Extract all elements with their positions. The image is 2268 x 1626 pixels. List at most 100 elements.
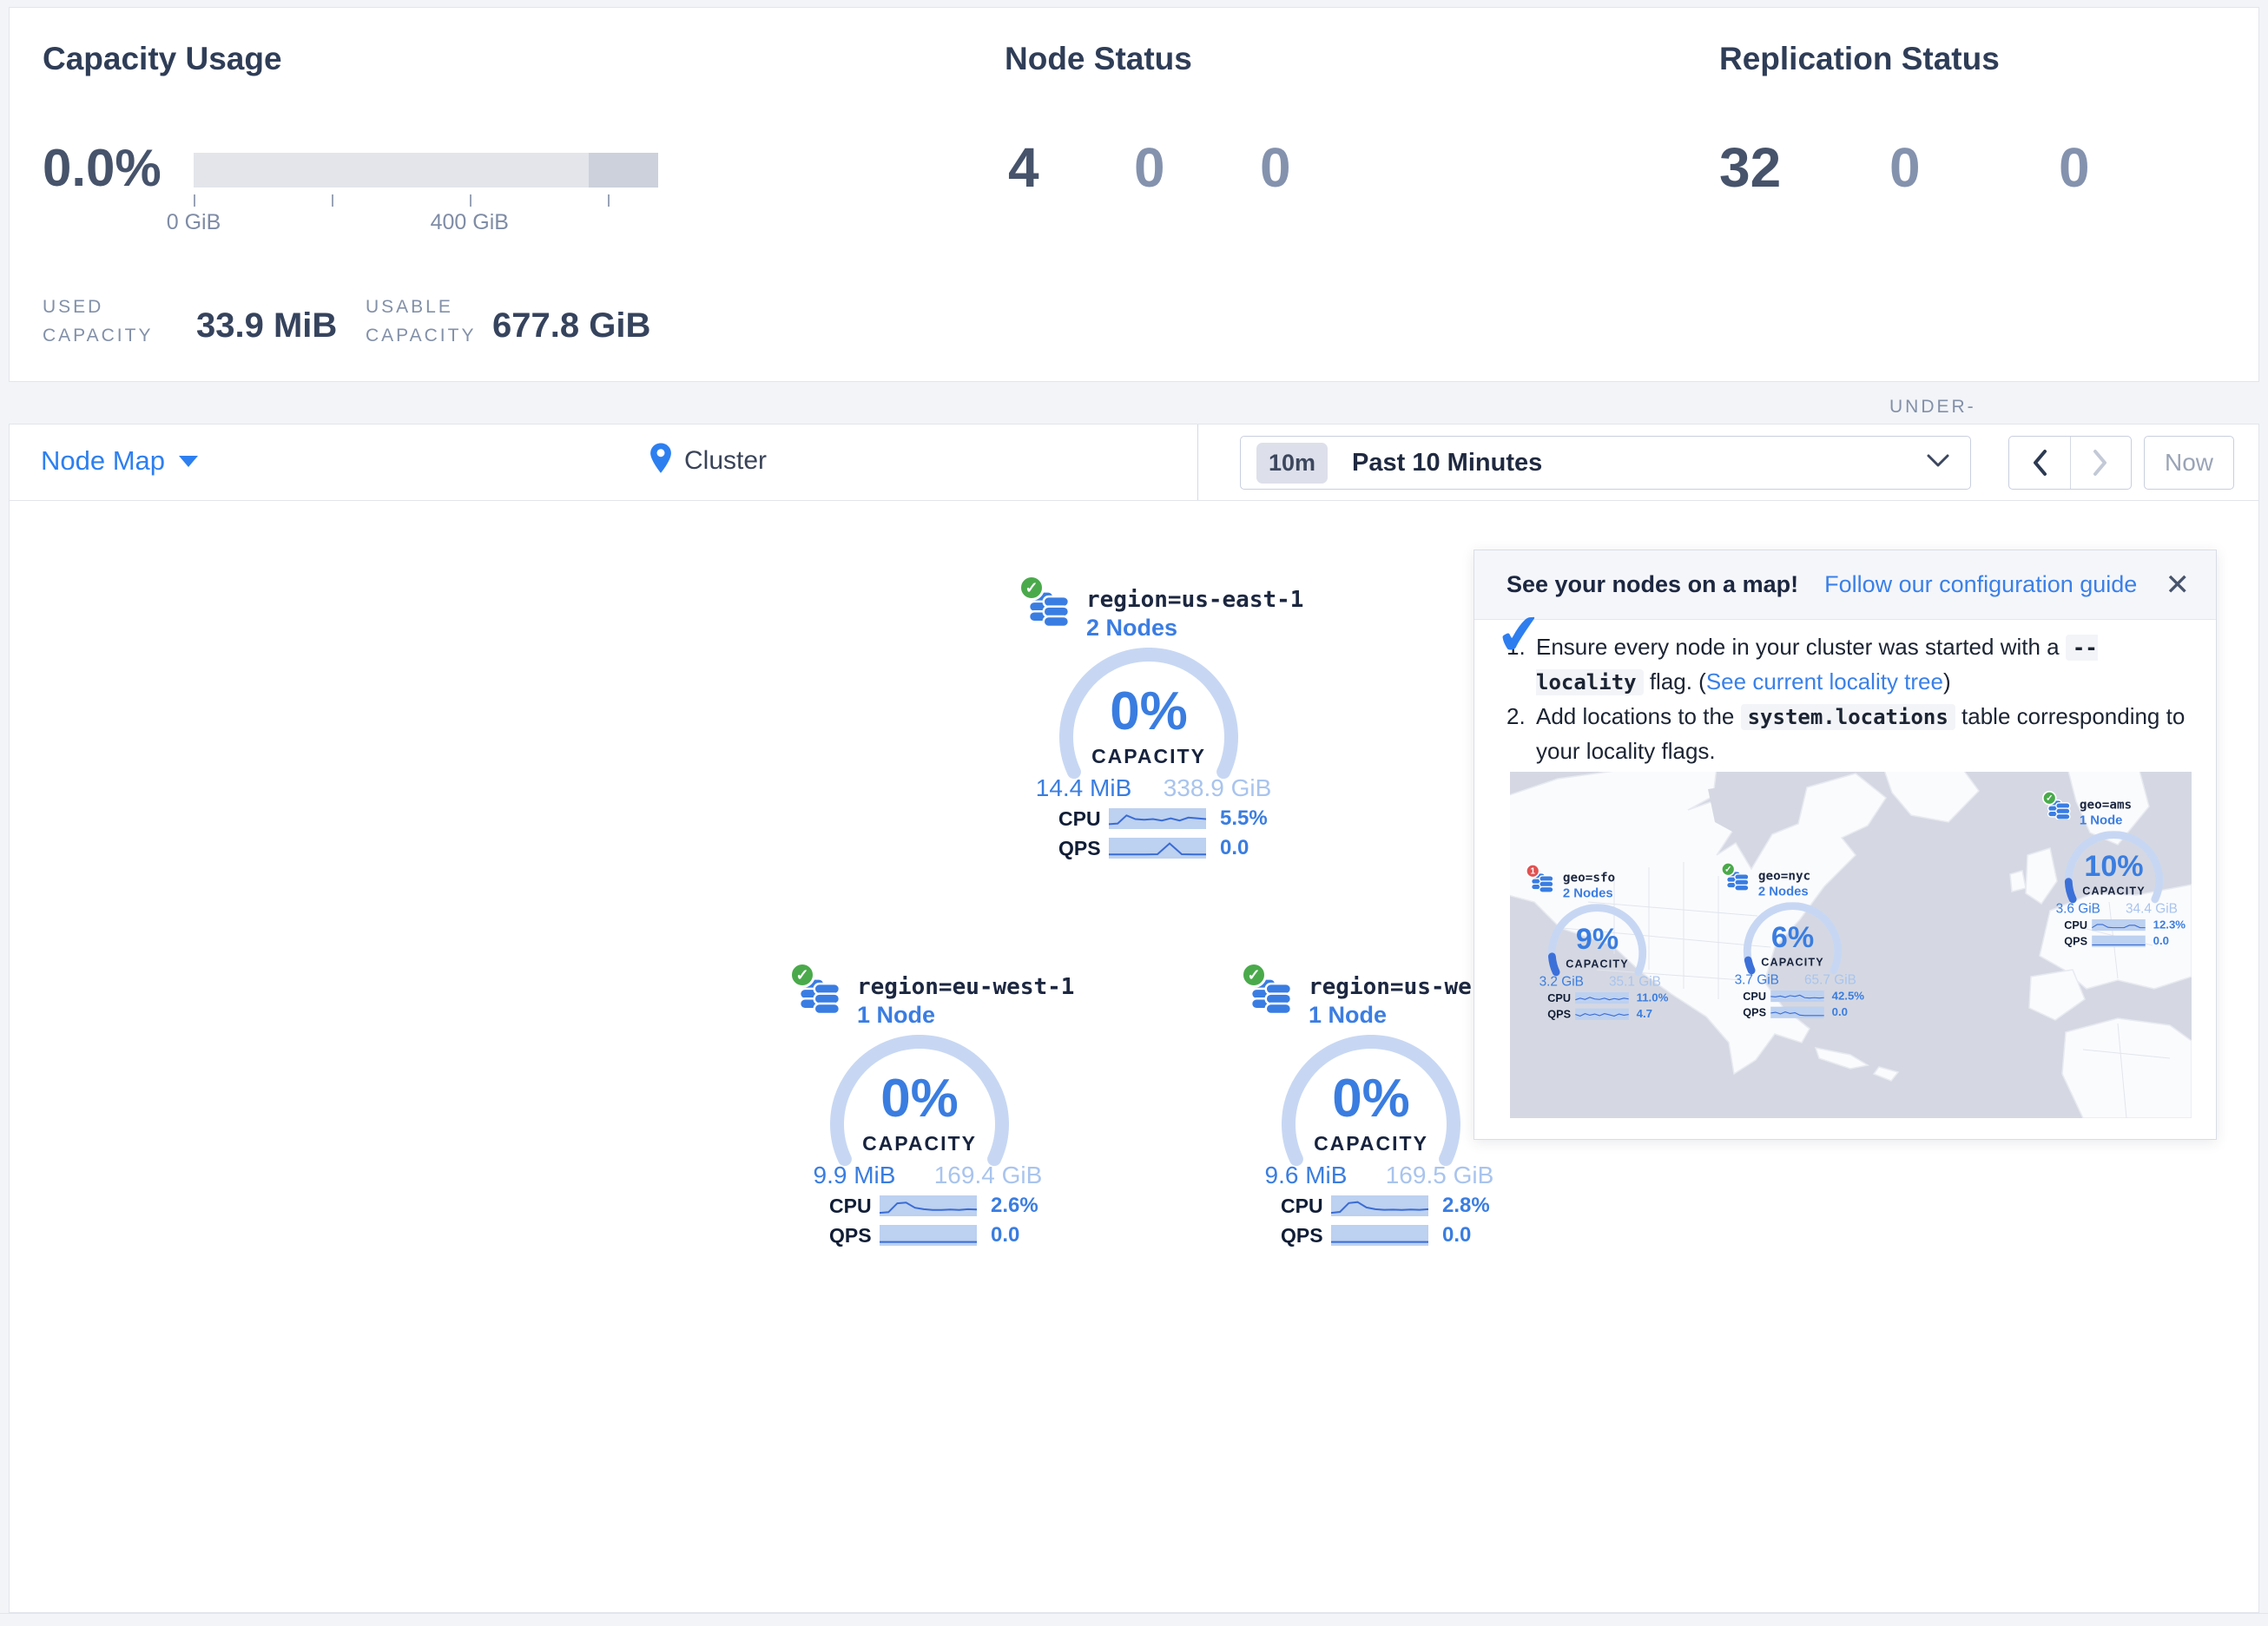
region-locality-label: geo=sfo [1563, 871, 1615, 885]
capacity-bar-other-segment [589, 153, 658, 188]
time-range-label: Past 10 Minutes [1352, 449, 1542, 477]
region-nodes-link[interactable]: 1 Node [1309, 1002, 1387, 1029]
popup-title: See your nodes on a map! [1507, 571, 1798, 598]
qps-metric-row: QPS 0.0 [1058, 837, 1249, 859]
qps-sparkline [880, 1225, 977, 1246]
stat-value: 32 [1719, 138, 1876, 197]
stat-value: 0 [1134, 138, 1251, 197]
time-back-button[interactable] [2009, 437, 2071, 489]
usable-capacity-label: USABLE CAPACITY [366, 287, 476, 350]
stat-value: 0 [2059, 138, 2215, 197]
map-pin-icon [648, 442, 674, 479]
capacity-caption: CAPACITY [1241, 1132, 1501, 1155]
time-range-select[interactable]: 10m Past 10 Minutes [1240, 436, 1971, 490]
stat-item: 4LIVE NODES [1008, 138, 1125, 197]
cpu-sparkline [1770, 991, 1824, 1002]
cpu-sparkline [1109, 808, 1206, 829]
region-gauge[interactable]: ✓ region=us-east-1 2 Nodes 0% CAPACITY 1… [1019, 575, 1348, 874]
time-nav-arrows [2008, 436, 2132, 490]
view-mode-dropdown[interactable]: Node Map [41, 445, 198, 477]
view-mode-label: Node Map [41, 445, 165, 477]
capacity-total-value: 338.9 GiB [1147, 774, 1288, 802]
cpu-value: 12.3% [2153, 918, 2186, 931]
configuration-guide-link[interactable]: Follow our configuration guide [1824, 571, 2137, 598]
cpu-metric-row: CPU 2.8% [1281, 1195, 1490, 1217]
stat-item: 0UNAVAILABLE RANGES [2059, 138, 2215, 197]
close-icon[interactable]: ✕ [2166, 570, 2191, 600]
status-badge: ✓ [1241, 962, 1267, 988]
capacity-axis-tick [194, 194, 195, 207]
cpu-label: CPU [1743, 990, 1770, 1003]
capacity-caption: CAPACITY [789, 1132, 1050, 1155]
time-range-badge: 10m [1256, 443, 1328, 484]
qps-label: QPS [1058, 837, 1109, 860]
used-capacity-value: 33.9 MiB [196, 306, 337, 346]
qps-value: 4.7 [1637, 1008, 1652, 1021]
region-locality-label: geo=ams [2080, 798, 2132, 813]
qps-metric-row: QPS 4.7 [1547, 1008, 1652, 1020]
node-map-canvas: ✓ region=us-east-1 2 Nodes 0% CAPACITY 1… [9, 501, 2259, 1613]
breadcrumb-label: Cluster [684, 446, 767, 476]
now-button[interactable]: Now [2144, 436, 2234, 490]
time-forward-button[interactable] [2071, 437, 2132, 489]
capacity-percent: 6% [1721, 922, 1864, 952]
chevron-down-icon [1927, 454, 1949, 472]
instruction-step-1: 1. Ensure every node in your cluster was… [1507, 630, 2192, 700]
region-nodes-link[interactable]: 2 Nodes [1758, 884, 1809, 899]
qps-sparkline [2092, 936, 2146, 947]
region-nodes-link[interactable]: 1 Node [2080, 813, 2123, 827]
region-gauge[interactable]: 1 geo=sfo 2 Nodes 9% CAPACITY 3.2 GiB 35… [1526, 864, 1707, 1029]
instruction-step-2: 2. Add locations to the system.locations… [1507, 700, 2192, 768]
qps-value: 0.0 [991, 1223, 1019, 1247]
capacity-used-value: 14.4 MiB [1013, 774, 1154, 802]
bottom-strip [0, 1613, 2268, 1626]
capacity-used-value: 9.6 MiB [1236, 1162, 1376, 1189]
capacity-total-value: 35.1 GiB [1596, 974, 1673, 990]
cpu-value: 5.5% [1220, 806, 1268, 831]
cpu-sparkline [880, 1195, 977, 1216]
capacity-total-value: 169.5 GiB [1369, 1162, 1510, 1189]
locality-tree-link[interactable]: See current locality tree [1706, 668, 1943, 695]
cpu-label: CPU [1058, 807, 1109, 831]
stat-item: 0UNDER- REPLICATED RANGES [1889, 138, 2046, 197]
region-nodes-link[interactable]: 1 Node [857, 1002, 935, 1029]
cpu-metric-row: CPU 12.3% [2064, 918, 2186, 931]
qps-label: QPS [2064, 935, 2092, 948]
qps-sparkline [1770, 1007, 1824, 1018]
capacity-used-value: 3.7 GiB [1718, 972, 1796, 988]
status-badge: 1 [1526, 864, 1540, 879]
qps-sparkline [1331, 1225, 1428, 1246]
capacity-total-value: 169.4 GiB [918, 1162, 1058, 1189]
capacity-axis-tick [332, 194, 333, 207]
region-locality-label: region=us-east-1 [1086, 587, 1303, 613]
cpu-label: CPU [1281, 1195, 1331, 1218]
capacity-caption: CAPACITY [1526, 958, 1669, 971]
cpu-metric-row: CPU 2.6% [829, 1195, 1038, 1217]
system-locations-code: system.locations [1741, 704, 1955, 730]
region-nodes-link[interactable]: 2 Nodes [1563, 885, 1613, 900]
capacity-caption: CAPACITY [2042, 885, 2186, 898]
nodes-on-map-popup: See your nodes on a map! Follow our conf… [1474, 550, 2217, 1140]
capacity-used-value: 3.2 GiB [1523, 974, 1600, 990]
status-badge: ✓ [1721, 862, 1736, 877]
capacity-usage-title: Capacity Usage [43, 41, 282, 77]
capacity-usage-percent: 0.0% [43, 138, 162, 198]
cpu-value: 2.6% [991, 1194, 1038, 1218]
region-nodes-link[interactable]: 2 Nodes [1086, 615, 1177, 642]
toolbar-divider [1197, 425, 1198, 500]
region-gauge[interactable]: ✓ geo=nyc 2 Nodes 6% CAPACITY 3.7 GiB 65… [1721, 862, 1902, 1027]
qps-sparkline [1109, 838, 1206, 859]
capacity-usage-bar: 0 GiB400 GiB [194, 153, 658, 188]
region-gauge[interactable]: ✓ region=eu-west-1 1 Node 0% CAPACITY 9.… [789, 962, 1119, 1261]
mini-world-map: 1 geo=sfo 2 Nodes 9% CAPACITY 3.2 GiB 35… [1510, 772, 2192, 1118]
cpu-label: CPU [2064, 918, 2092, 931]
breadcrumb[interactable]: Cluster [648, 442, 767, 479]
capacity-caption: CAPACITY [1019, 745, 1279, 768]
status-badge: ✓ [789, 962, 815, 988]
capacity-used-value: 3.6 GiB [2040, 901, 2117, 917]
qps-label: QPS [1547, 1008, 1575, 1021]
qps-metric-row: QPS 0.0 [1743, 1006, 1848, 1018]
region-gauge[interactable]: ✓ geo=ams 1 Node 10% CAPACITY 3.6 GiB 34… [2042, 791, 2192, 956]
cpu-label: CPU [1547, 991, 1575, 1004]
capacity-percent: 9% [1526, 924, 1669, 954]
